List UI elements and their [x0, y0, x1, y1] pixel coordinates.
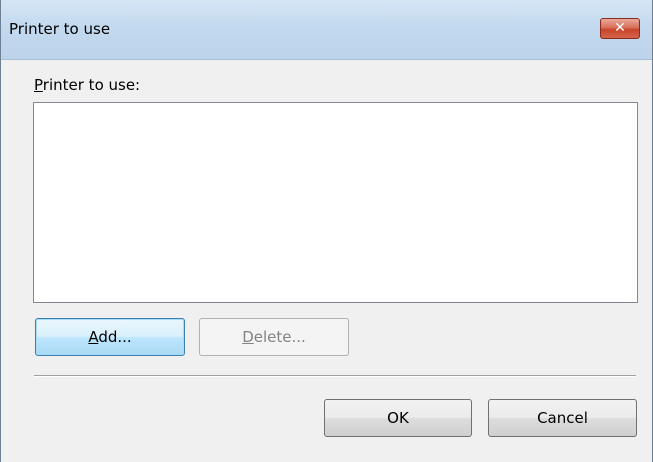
delete-button[interactable]: Delete...	[199, 318, 349, 356]
printer-list-label-text: rinter to use:	[42, 76, 141, 94]
dialog-body: Printer to use: Add... Delete... OK Canc…	[1, 60, 652, 462]
printer-list-label-mnemonic: P	[34, 76, 43, 94]
printer-list-label: Printer to use:	[34, 76, 140, 94]
close-icon: ✕	[614, 20, 626, 36]
window-title: Printer to use	[9, 20, 111, 38]
close-button[interactable]: ✕	[600, 18, 640, 39]
cancel-button[interactable]: Cancel	[488, 399, 637, 437]
delete-button-mnemonic: D	[242, 328, 254, 346]
add-button-mnemonic: A	[88, 328, 99, 346]
ok-button[interactable]: OK	[324, 399, 472, 437]
separator	[34, 375, 636, 377]
delete-button-label: elete...	[253, 328, 306, 346]
add-button[interactable]: Add...	[35, 318, 185, 356]
dialog-window: Printer to use ✕ Printer to use: Add... …	[0, 0, 653, 462]
title-bar[interactable]: Printer to use ✕	[1, 0, 652, 60]
printer-listbox[interactable]	[33, 102, 638, 303]
add-button-label: dd...	[98, 328, 132, 346]
